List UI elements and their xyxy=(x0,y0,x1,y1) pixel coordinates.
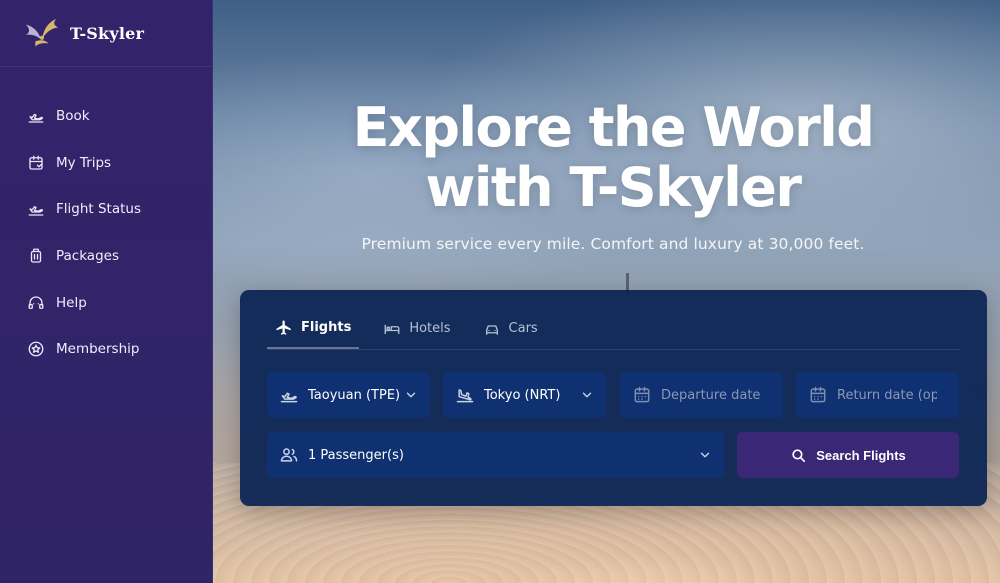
return-date-field[interactable] xyxy=(796,372,959,418)
sidebar-item-flight-status[interactable]: Flight Status xyxy=(0,186,212,233)
car-icon xyxy=(485,324,498,335)
sidebar-item-help[interactable]: Help xyxy=(0,279,212,326)
sidebar-item-label: Help xyxy=(56,294,87,311)
hero-title-line-2: with T-Skyler xyxy=(425,156,802,219)
sidebar-item-label: Flight Status xyxy=(56,201,141,218)
tab-flights[interactable]: Flights xyxy=(267,308,360,349)
search-flights-button[interactable]: Search Flights xyxy=(737,432,959,478)
chevron-down-icon xyxy=(404,388,418,402)
brand[interactable]: T-Skyler xyxy=(0,0,212,67)
bed-icon xyxy=(384,324,400,334)
booking-panel: Flights Hotels Cars Taoyuan (TPE) Tokyo … xyxy=(240,290,987,506)
chevron-down-icon xyxy=(698,448,712,462)
sidebar-nav: Book My Trips Flight Status Packages Hel… xyxy=(0,93,212,373)
headset-icon xyxy=(26,293,46,313)
plane-icon xyxy=(276,320,291,335)
plane-departure-icon xyxy=(279,385,299,405)
plane-departure-icon xyxy=(26,106,46,126)
origin-select[interactable]: Taoyuan (TPE) xyxy=(267,372,430,418)
calendar-icon xyxy=(808,385,828,405)
hero-title: Explore the World with T-Skyler xyxy=(213,98,1000,218)
passengers-value: 1 Passenger(s) xyxy=(308,447,404,463)
sidebar-item-packages[interactable]: Packages xyxy=(0,233,212,280)
winged-logo-icon xyxy=(22,15,60,51)
calendar-icon xyxy=(26,153,46,173)
star-circle-icon xyxy=(26,339,46,359)
tab-label: Hotels xyxy=(409,321,451,336)
users-icon xyxy=(279,445,299,465)
search-button-label: Search Flights xyxy=(816,447,906,463)
sidebar: T-Skyler Book My Trips Flight Status Pac… xyxy=(0,0,213,583)
plane-arrival-icon xyxy=(455,385,475,405)
sidebar-item-book[interactable]: Book xyxy=(0,93,212,140)
departure-date-field[interactable] xyxy=(620,372,783,418)
hero-title-line-1: Explore the World xyxy=(352,96,875,159)
sidebar-item-my-trips[interactable]: My Trips xyxy=(0,140,212,187)
calendar-icon xyxy=(632,385,652,405)
sidebar-item-label: Packages xyxy=(56,248,119,265)
hero-section: Explore the World with T-Skyler Premium … xyxy=(213,0,1000,583)
plane-status-icon xyxy=(26,199,46,219)
search-icon xyxy=(792,448,806,462)
tab-label: Cars xyxy=(508,321,538,336)
hero-subtitle: Premium service every mile. Comfort and … xyxy=(361,235,865,253)
booking-tabs: Flights Hotels Cars xyxy=(267,308,960,350)
sidebar-item-label: Book xyxy=(56,108,90,125)
brand-name: T-Skyler xyxy=(70,23,145,43)
passengers-select[interactable]: 1 Passenger(s) xyxy=(267,432,724,478)
destination-value: Tokyo (NRT) xyxy=(484,387,561,403)
luggage-icon xyxy=(26,246,46,266)
chevron-down-icon xyxy=(580,388,594,402)
return-date-input[interactable] xyxy=(837,387,937,403)
departure-date-input[interactable] xyxy=(661,387,761,403)
tab-hotels[interactable]: Hotels xyxy=(375,308,458,349)
destination-select[interactable]: Tokyo (NRT) xyxy=(443,372,606,418)
origin-value: Taoyuan (TPE) xyxy=(308,387,401,403)
tab-label: Flights xyxy=(301,320,352,335)
sidebar-item-membership[interactable]: Membership xyxy=(0,326,212,373)
sidebar-item-label: My Trips xyxy=(56,154,112,171)
sidebar-item-label: Membership xyxy=(56,341,140,358)
tab-cars[interactable]: Cars xyxy=(475,308,546,349)
